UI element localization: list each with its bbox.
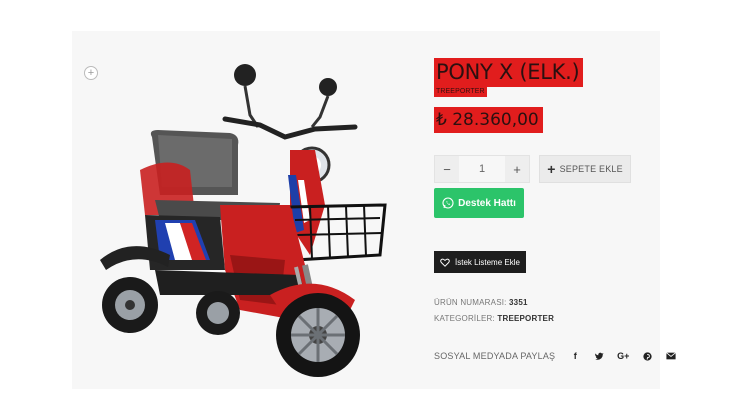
zoom-icon[interactable]: + — [84, 66, 98, 80]
whatsapp-support-button[interactable]: Destek Hattı — [434, 188, 524, 218]
quantity-decrease-button[interactable]: − — [435, 156, 459, 182]
wishlist-label: İstek Listeme Ekle — [455, 257, 520, 267]
share-label: SOSYAL MEDYADA PAYLAŞ — [434, 351, 556, 361]
email-icon[interactable] — [659, 351, 683, 361]
sku-value: 3351 — [509, 298, 528, 307]
product-title: PONY X (ELK.) — [434, 58, 584, 87]
facebook-icon[interactable]: f — [563, 351, 587, 361]
sku-row: ÜRÜN NUMARASI: 3351 — [434, 298, 528, 307]
google-plus-icon[interactable]: G+ — [611, 351, 635, 361]
category-label: KATEGORİLER: — [434, 314, 495, 323]
heart-icon — [440, 258, 450, 267]
add-to-cart-label: SEPETE EKLE — [559, 164, 623, 174]
social-share: SOSYAL MEDYADA PAYLAŞ f G+ — [434, 349, 677, 363]
plus-icon: + — [547, 161, 556, 177]
whatsapp-icon — [442, 197, 454, 209]
category-link[interactable]: TREEPORTER — [497, 314, 554, 323]
quantity-increase-button[interactable]: + — [505, 156, 529, 182]
add-to-cart-button[interactable]: + SEPETE EKLE — [539, 155, 631, 183]
product-price: ₺ 28.360,00 — [434, 107, 543, 133]
quantity-input[interactable]: 1 — [459, 156, 505, 182]
sku-label: ÜRÜN NUMARASI: — [434, 298, 507, 307]
quantity-stepper: − 1 + — [434, 155, 530, 183]
pinterest-icon[interactable] — [635, 351, 659, 361]
product-brand[interactable]: TREEPORTER — [434, 87, 487, 97]
twitter-icon[interactable] — [587, 351, 611, 361]
product-image[interactable] — [100, 55, 400, 390]
whatsapp-label: Destek Hattı — [458, 197, 516, 209]
category-row: KATEGORİLER: TREEPORTER — [434, 314, 554, 323]
wishlist-button[interactable]: İstek Listeme Ekle — [434, 251, 526, 273]
